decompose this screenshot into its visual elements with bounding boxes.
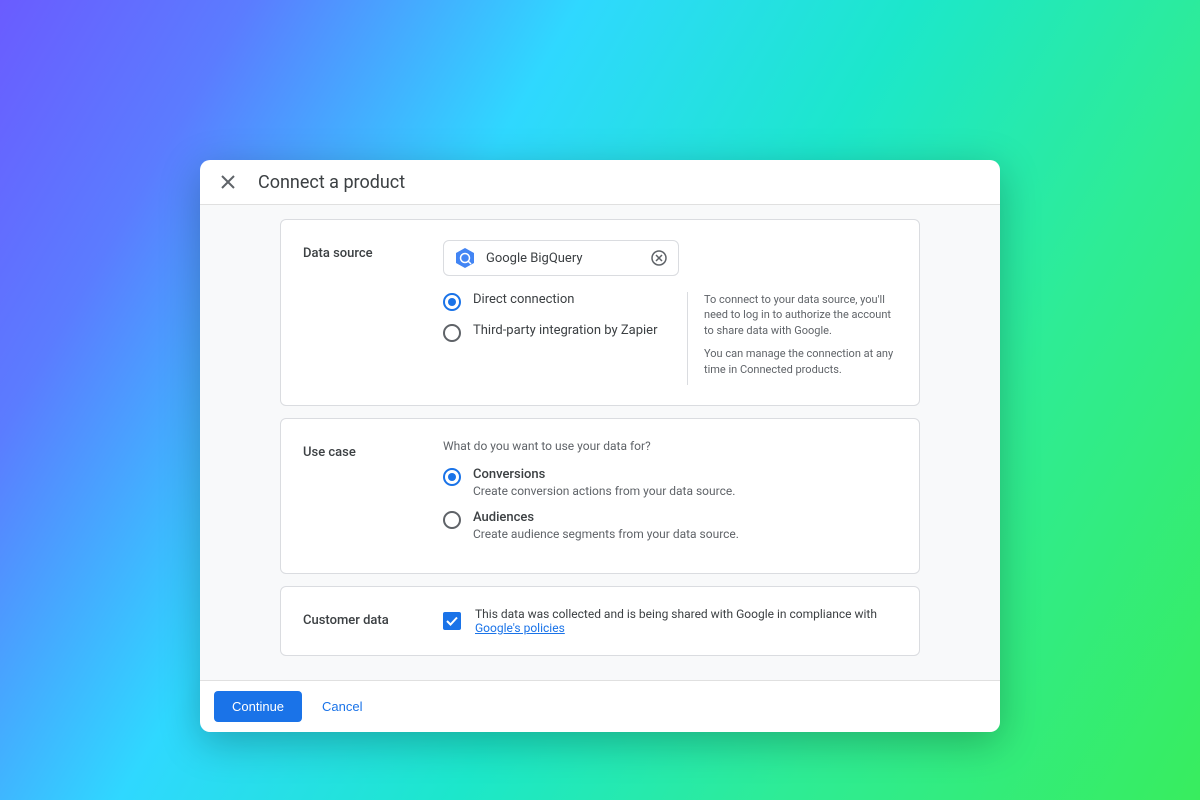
radio-indicator [443,293,461,311]
conversions-title: Conversions [473,467,735,482]
audiences-title: Audiences [473,510,739,525]
dialog-title: Connect a product [258,172,405,193]
radio-audiences[interactable]: Audiences Create audience segments from … [443,510,897,541]
radio-indicator [443,324,461,342]
help-line-1: To connect to your data source, you'll n… [704,292,897,338]
policies-link[interactable]: Google's policies [475,621,565,635]
data-source-name: Google BigQuery [486,251,640,266]
compliance-text: This data was collected and is being sha… [475,607,897,635]
use-case-content: What do you want to use your data for? C… [443,439,897,553]
cancel-button[interactable]: Cancel [316,691,368,722]
use-case-label: Use case [303,439,423,553]
radio-indicator [443,511,461,529]
connection-radios: Direct connection Third-party integratio… [443,292,667,385]
clear-source-button[interactable] [650,249,668,267]
dialog-header: Connect a product [200,160,1000,205]
radio-zapier-integration[interactable]: Third-party integration by Zapier [443,323,667,342]
radio-direct-connection[interactable]: Direct connection [443,292,667,311]
radio-indicator [443,468,461,486]
radio-direct-label: Direct connection [473,292,574,307]
data-source-content: Google BigQuery Direct connection Thir [443,240,897,385]
audiences-desc: Create audience segments from your data … [473,527,739,541]
compliance-checkbox[interactable] [443,612,461,630]
customer-data-label: Customer data [303,607,423,635]
radio-zapier-label: Third-party integration by Zapier [473,323,657,338]
bigquery-icon [454,247,476,269]
data-source-help: To connect to your data source, you'll n… [687,292,897,385]
radio-conversions[interactable]: Conversions Create conversion actions fr… [443,467,897,498]
check-icon [445,614,459,628]
connect-product-dialog: Connect a product Data source Google Big… [200,160,1000,732]
clear-icon [651,250,667,266]
use-case-card: Use case What do you want to use your da… [280,418,920,574]
close-button[interactable] [216,170,240,194]
close-icon [221,175,235,189]
dialog-footer: Continue Cancel [200,680,1000,732]
data-source-card: Data source Google BigQuery Dire [280,219,920,406]
customer-data-content: This data was collected and is being sha… [443,607,897,635]
dialog-body: Data source Google BigQuery Dire [200,205,1000,680]
continue-button[interactable]: Continue [214,691,302,722]
radio-conversions-label: Conversions Create conversion actions fr… [473,467,735,498]
data-source-selector[interactable]: Google BigQuery [443,240,679,276]
compliance-prefix: This data was collected and is being sha… [475,607,877,621]
connection-type-row: Direct connection Third-party integratio… [443,292,897,385]
customer-data-card: Customer data This data was collected an… [280,586,920,656]
data-source-label: Data source [303,240,423,385]
use-case-prompt: What do you want to use your data for? [443,439,897,453]
conversions-desc: Create conversion actions from your data… [473,484,735,498]
help-line-2: You can manage the connection at any tim… [704,346,897,377]
radio-audiences-label: Audiences Create audience segments from … [473,510,739,541]
